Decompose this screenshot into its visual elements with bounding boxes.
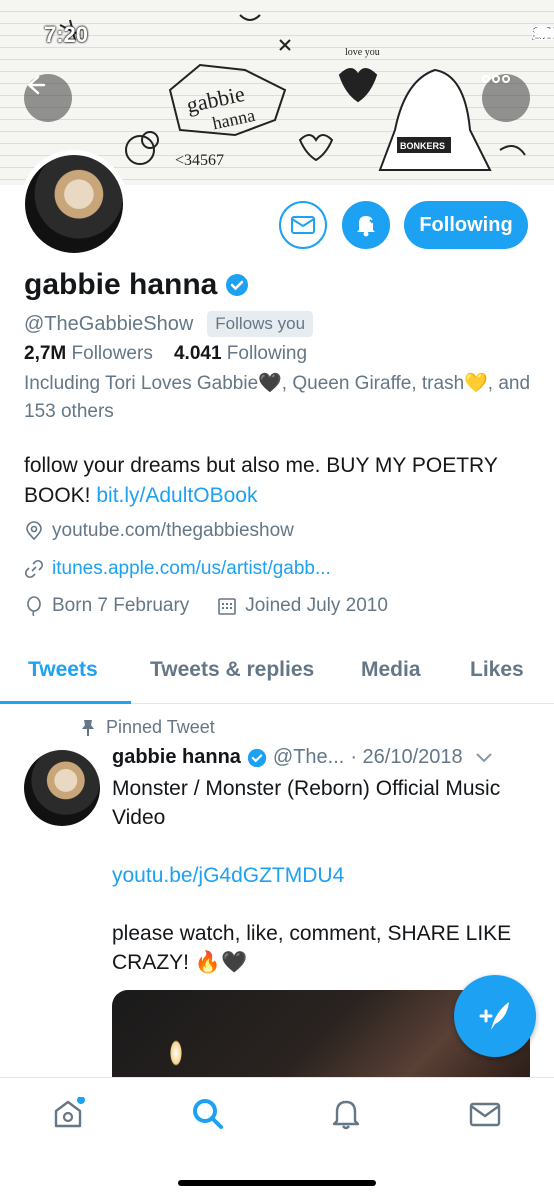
message-button[interactable] [279, 201, 327, 249]
profile-joined-date: Joined July 2010 [245, 595, 388, 616]
following-label: Following [226, 343, 308, 364]
calendar-icon [218, 598, 237, 615]
pinned-tweet-label: Pinned Tweet [80, 717, 215, 738]
mail-icon [469, 1102, 501, 1127]
profile-dates-row: Born 7 February Joined July 2010 [24, 595, 388, 617]
profile-avatar[interactable] [20, 150, 128, 258]
banner-doodle-love-you: love you [345, 47, 380, 58]
search-icon [193, 1099, 223, 1129]
tab-media[interactable]: Media [361, 658, 421, 682]
back-button[interactable] [24, 74, 72, 122]
banner-doodle-shirt-text: BONKERS [400, 141, 445, 151]
more-options-button[interactable] [482, 74, 530, 122]
mail-icon [291, 216, 315, 234]
battery-icon [532, 26, 554, 40]
tab-tweets-replies[interactable]: Tweets & replies [150, 658, 314, 682]
tweet-date: · 26/10/2018 [350, 746, 463, 768]
follow-stats: 2,7M Followers 4.041 Following [24, 343, 307, 365]
bio-link[interactable]: bit.ly/AdultOBook [96, 484, 257, 507]
tweet-body: Monster / Monster (Reborn) Official Musi… [112, 774, 512, 977]
pin-icon [82, 719, 94, 736]
following-link[interactable]: 4.041 Following [174, 343, 307, 364]
nav-messages[interactable] [467, 1096, 503, 1132]
tab-likes[interactable]: Likes [470, 658, 524, 682]
handle-row: @TheGabbieShow Follows you [24, 311, 314, 337]
profile-location-row: youtube.com/thegabbieshow [24, 520, 294, 542]
more-icon [482, 75, 510, 83]
profile-name: gabbie hanna [24, 268, 218, 301]
tweet-author-name[interactable]: gabbie hanna [112, 746, 241, 769]
tweet-header: gabbie hanna @The... · 26/10/2018 [112, 746, 493, 769]
tweet-text-title: Monster / Monster (Reborn) Official Musi… [112, 777, 501, 829]
followers-link[interactable]: 2,7M Followers [24, 343, 153, 364]
profile-bio: follow your dreams but also me. BUY MY P… [24, 451, 534, 511]
notifications-toggle-button[interactable] [342, 201, 390, 249]
profile-name-row: gabbie hanna [24, 268, 249, 302]
following-count: 4.041 [173, 343, 222, 364]
following-button[interactable]: Following [404, 201, 528, 249]
profile-website-link[interactable]: itunes.apple.com/us/artist/gabb... [52, 558, 331, 580]
pinned-tweet-text: Pinned Tweet [106, 717, 215, 737]
follows-you-badge: Follows you [207, 311, 314, 337]
home-icon [54, 1097, 85, 1128]
chevron-down-icon[interactable] [475, 752, 493, 764]
tab-tweets[interactable]: Tweets [28, 658, 98, 682]
followers-label: Followers [71, 343, 153, 364]
tweet-link[interactable]: youtu.be/jG4dGZTMDU4 [112, 861, 512, 890]
compose-icon [479, 1002, 509, 1030]
known-followers[interactable]: Including Tori Loves Gabbie🖤, Queen Gira… [24, 370, 534, 426]
bell-icon [357, 216, 377, 237]
balloon-icon [27, 596, 41, 616]
verified-badge-icon [226, 274, 249, 296]
banner-doodle-number: <34567 [175, 152, 224, 169]
profile-website-row: itunes.apple.com/us/artist/gabb... [24, 558, 331, 580]
back-arrow-icon [27, 75, 46, 95]
tweet-author-handle: @The... [272, 746, 345, 768]
nav-search[interactable] [190, 1096, 226, 1132]
verified-badge-icon [247, 748, 267, 767]
nav-notifications[interactable] [328, 1096, 364, 1132]
candle-flame [170, 1040, 182, 1066]
tweet-text-message: please watch, like, comment, SHARE LIKE … [112, 922, 512, 974]
location-icon [26, 521, 42, 541]
profile-handle: @TheGabbieShow [24, 312, 194, 335]
nav-home[interactable] [50, 1096, 86, 1132]
active-tab-indicator [0, 701, 131, 704]
profile-tabs: Tweets Tweets & replies Media Likes [0, 640, 554, 704]
followers-count: 2,7M [24, 343, 67, 364]
home-indicator [178, 1180, 376, 1186]
bell-icon [332, 1100, 360, 1130]
profile-location: youtube.com/thegabbieshow [52, 520, 294, 541]
tweet-author-avatar[interactable] [24, 750, 100, 826]
status-bar-time: 7:20 [44, 22, 89, 47]
profile-birthday: Born 7 February [52, 595, 190, 616]
compose-tweet-button[interactable] [454, 975, 536, 1057]
link-icon [24, 559, 44, 579]
